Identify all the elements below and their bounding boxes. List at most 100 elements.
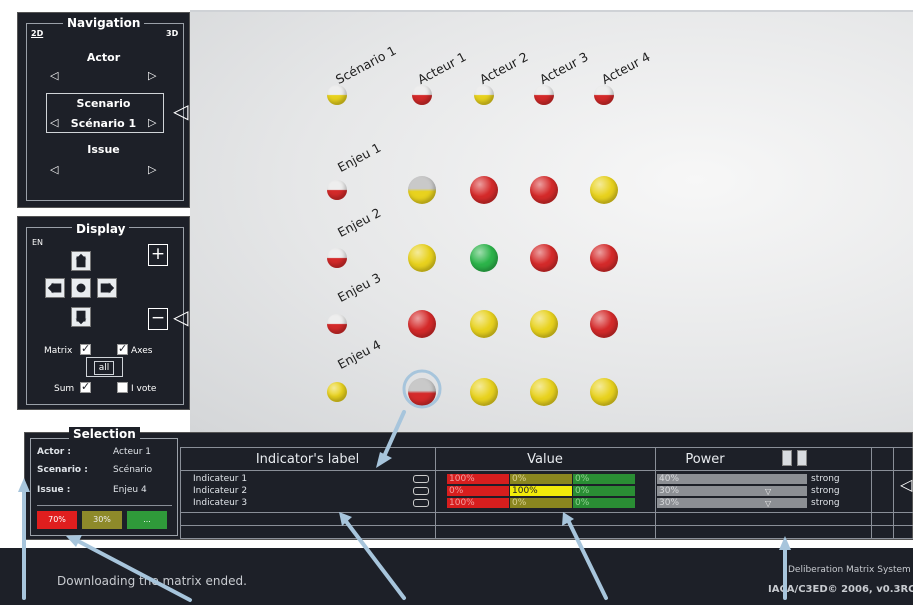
indicator-label: Indicateur 1: [193, 474, 248, 484]
link-icon[interactable]: [413, 487, 429, 495]
matrix-cell-ball[interactable]: [530, 310, 558, 338]
actor-next-icon[interactable]: ▷: [148, 70, 156, 81]
sel-issue-label: Issue :: [37, 485, 71, 495]
power-bar[interactable]: 30%: [657, 486, 807, 496]
value-segment-green[interactable]: 0%: [573, 498, 635, 508]
sel-issue-value: Enjeu 4: [113, 485, 147, 495]
sel-bar-olive: 30%: [82, 511, 122, 529]
value-segment-red[interactable]: 100%: [447, 498, 509, 508]
power-slider-handle-icon[interactable]: ▽: [765, 487, 771, 497]
value-segment-red[interactable]: 100%: [447, 474, 509, 484]
issue-prev-icon[interactable]: ◁: [50, 164, 58, 175]
status-message: Downloading the matrix ended.: [57, 574, 247, 588]
power-strength: strong: [811, 486, 840, 496]
col-power-header: Power: [685, 452, 725, 467]
display-panel: Display EN + − ◁ Matrix Axes all Sum I v…: [17, 216, 190, 410]
issue-header-ball[interactable]: [327, 180, 347, 200]
issue-header-ball[interactable]: [327, 314, 347, 334]
copyright: IACA/C3ED© 2006, v0.3RC1: [768, 584, 913, 595]
issue-header-ball[interactable]: [327, 382, 347, 402]
sel-scenario-label: Scenario :: [37, 465, 88, 475]
matrix-cell-ball[interactable]: [590, 310, 618, 338]
col-value-header: Value: [527, 452, 563, 467]
matrix-cell-ball[interactable]: [590, 244, 618, 272]
scenario-label: Scenario: [76, 97, 131, 110]
issue-label: Issue: [87, 143, 120, 156]
lock-icon[interactable]: [797, 450, 807, 466]
matrix-cell-ball[interactable]: [530, 176, 558, 204]
pan-up-button[interactable]: [71, 251, 91, 271]
power-strength: strong: [811, 498, 840, 508]
mode-2d-toggle[interactable]: 2D: [31, 29, 43, 38]
value-segment-yellow[interactable]: 100%: [510, 486, 572, 496]
selection-title: Selection: [69, 427, 140, 441]
matrix-cell-ball[interactable]: [470, 176, 498, 204]
mode-3d-toggle[interactable]: 3D: [166, 29, 178, 38]
zoom-out-button[interactable]: −: [148, 308, 168, 330]
pan-down-button[interactable]: [71, 307, 91, 327]
actor-header-ball[interactable]: [534, 85, 554, 105]
panel-collapse-icon[interactable]: ◁: [900, 477, 912, 493]
sel-actor-label: Actor :: [37, 447, 71, 457]
power-strength: strong: [811, 474, 840, 484]
axes-label: Axes: [131, 346, 153, 356]
matrix-label: Matrix: [44, 346, 73, 356]
value-segment-yellow[interactable]: 0%: [510, 474, 572, 484]
table-header-divider: [180, 470, 913, 471]
trash-icon[interactable]: [782, 450, 792, 466]
issue-header-ball[interactable]: [327, 248, 347, 268]
navigation-collapse-icon[interactable]: ◁: [173, 101, 188, 121]
value-segment-red[interactable]: 0%: [447, 486, 509, 496]
sel-bar-red: 70%: [37, 511, 77, 529]
sum-checkbox[interactable]: [80, 380, 91, 393]
link-icon[interactable]: [413, 499, 429, 507]
matrix-cell-ball[interactable]: [470, 310, 498, 338]
scenario-header-ball[interactable]: [327, 85, 347, 105]
center-button[interactable]: [71, 278, 91, 298]
navigation-title: Navigation: [63, 16, 145, 30]
all-button[interactable]: all: [94, 361, 114, 375]
actor-header-ball[interactable]: [474, 85, 494, 105]
matrix-cell-ball[interactable]: [530, 244, 558, 272]
scenario-next-icon[interactable]: ▷: [148, 117, 156, 128]
value-segment-green[interactable]: 0%: [573, 474, 635, 484]
matrix-cell-ball[interactable]: [408, 176, 436, 204]
axes-checkbox[interactable]: [117, 342, 128, 355]
pan-left-button[interactable]: [45, 278, 65, 298]
col-label-header: Indicator's label: [255, 452, 360, 467]
app-name: Deliberation Matrix System: [788, 565, 911, 575]
power-bar[interactable]: 40%: [657, 474, 807, 484]
value-segment-green[interactable]: 0%: [573, 486, 635, 496]
matrix-cell-ball[interactable]: [470, 378, 498, 406]
link-icon[interactable]: [413, 475, 429, 483]
sel-scenario-value: Scénario: [113, 465, 153, 475]
table-bottom-border: [180, 538, 913, 539]
matrix-cell-ball[interactable]: [408, 244, 436, 272]
matrix-cell-ball[interactable]: [530, 378, 558, 406]
value-segment-yellow[interactable]: 0%: [510, 498, 572, 508]
actor-label: Actor: [86, 51, 121, 64]
actor-header-ball[interactable]: [594, 85, 614, 105]
pan-right-button[interactable]: [97, 278, 117, 298]
indicator-label: Indicateur 3: [193, 498, 248, 508]
zoom-in-button[interactable]: +: [148, 244, 168, 266]
sel-actor-value: Acteur 1: [113, 447, 152, 457]
matrix-cell-ball[interactable]: [408, 310, 436, 338]
actor-header-ball[interactable]: [412, 85, 432, 105]
matrix-cell-ball[interactable]: [590, 378, 618, 406]
power-slider-handle-icon[interactable]: ▽: [765, 499, 771, 509]
matrix-cell-ball[interactable]: [470, 244, 498, 272]
display-title: Display: [72, 222, 130, 236]
table-top-border: [180, 447, 913, 448]
display-collapse-icon[interactable]: ◁: [173, 307, 188, 327]
actor-prev-icon[interactable]: ◁: [50, 70, 58, 81]
vote-label: I vote: [131, 384, 157, 394]
vote-checkbox[interactable]: [117, 382, 128, 393]
power-bar[interactable]: 30%: [657, 498, 807, 508]
sel-bar-green: ...: [127, 511, 167, 529]
language-toggle[interactable]: EN: [32, 238, 43, 247]
matrix-cell-ball[interactable]: [590, 176, 618, 204]
matrix-checkbox[interactable]: [80, 342, 91, 355]
matrix-cell-ball[interactable]: [408, 378, 436, 406]
issue-next-icon[interactable]: ▷: [148, 164, 156, 175]
